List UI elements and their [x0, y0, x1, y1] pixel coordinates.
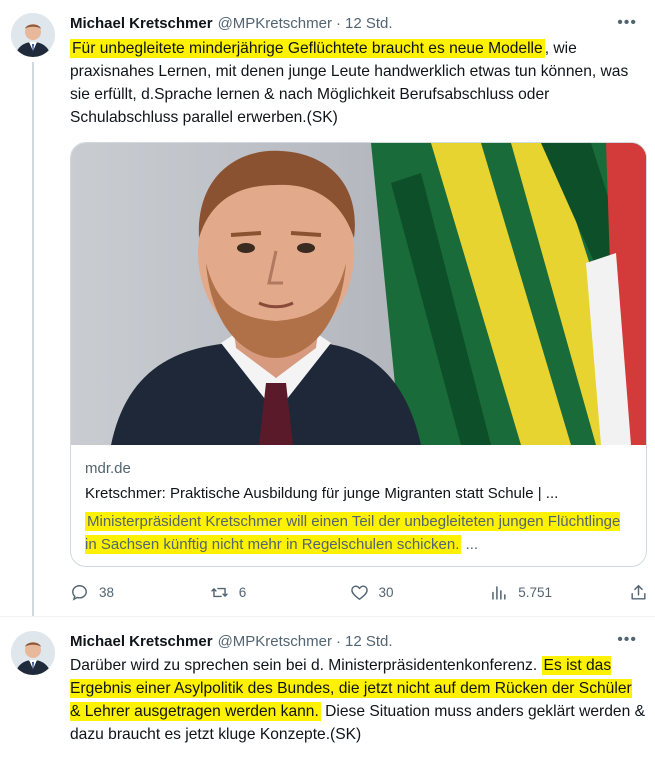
share-button[interactable] — [629, 583, 648, 602]
link-preview-card[interactable]: mdr.de Kretschmer: Praktische Ausbildung… — [70, 142, 647, 567]
author-name[interactable]: Michael Kretschmer — [70, 633, 213, 650]
reply-button[interactable]: 38 — [70, 583, 140, 602]
reply-count: 38 — [99, 584, 115, 600]
tweet-time[interactable]: 12 Std. — [345, 633, 393, 650]
like-count: 30 — [378, 584, 394, 600]
avatar[interactable] — [11, 13, 55, 57]
thread-connector-line — [32, 62, 34, 616]
separator-dot: · — [335, 14, 341, 32]
author-handle[interactable]: @MPKretschmer — [218, 15, 332, 32]
tweet-actions: 38 6 30 5.751 — [70, 580, 648, 604]
share-icon — [631, 584, 646, 600]
tweet-header: Michael Kretschmer @MPKretschmer · 12 St… — [70, 630, 393, 652]
more-horizontal-icon[interactable]: ••• — [617, 14, 637, 32]
highlighted-text: Für unbegleitete minderjährige Geflüchte… — [70, 39, 545, 58]
author-handle[interactable]: @MPKretschmer — [218, 633, 332, 650]
card-title: Kretschmer: Praktische Ausbildung für ju… — [85, 485, 559, 502]
view-count: 5.751 — [518, 584, 553, 600]
heart-icon — [350, 584, 368, 600]
reply-icon — [72, 584, 87, 601]
tweet-text-part: Darüber wird zu sprechen sein bei d. Min… — [70, 657, 538, 674]
tweet-time[interactable]: 12 Std. — [345, 15, 393, 32]
analytics-icon — [492, 585, 506, 600]
retweet-icon — [211, 587, 228, 597]
avatar[interactable] — [11, 631, 55, 675]
like-button[interactable]: 30 — [350, 583, 420, 602]
card-description-suffix: ... — [461, 536, 479, 553]
tweet-text: Für unbegleitete minderjährige Geflüchte… — [70, 37, 645, 129]
views-button[interactable]: 5.751 — [489, 583, 559, 602]
retweet-count: 6 — [238, 584, 247, 600]
tweet-header: Michael Kretschmer @MPKretschmer · 12 St… — [70, 12, 393, 34]
retweet-button[interactable]: 6 — [210, 583, 280, 602]
highlighted-text: Ministerpräsident Kretschmer will einen … — [85, 512, 621, 554]
tweet[interactable]: Michael Kretschmer @MPKretschmer · 12 St… — [0, 616, 655, 760]
tweet[interactable]: Michael Kretschmer @MPKretschmer · 12 St… — [0, 0, 655, 616]
card-description: Ministerpräsident Kretschmer will einen … — [85, 510, 635, 556]
more-horizontal-icon[interactable]: ••• — [617, 631, 637, 649]
separator-dot: · — [335, 632, 341, 650]
card-domain: mdr.de — [85, 460, 131, 477]
card-image — [71, 143, 646, 445]
author-name[interactable]: Michael Kretschmer — [70, 15, 213, 32]
tweet-text: Darüber wird zu sprechen sein bei d. Min… — [70, 654, 645, 746]
